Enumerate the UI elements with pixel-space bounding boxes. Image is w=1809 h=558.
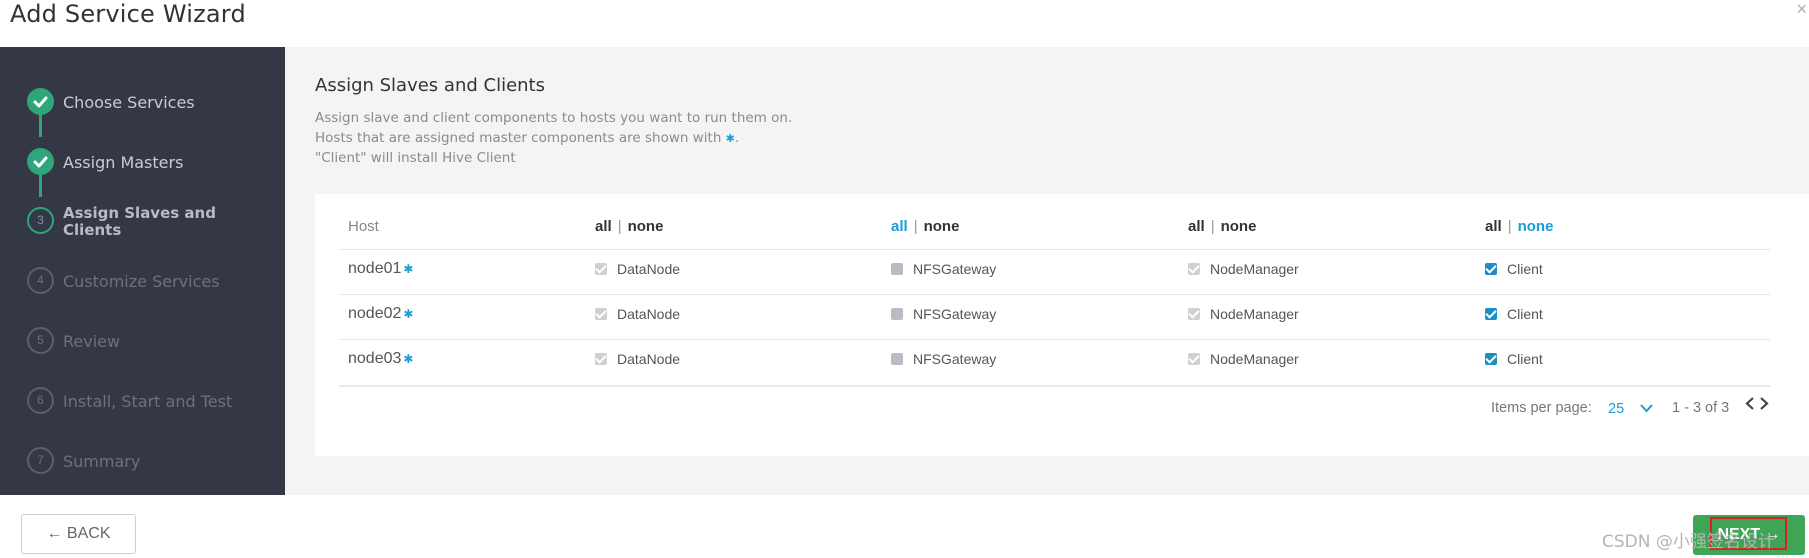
step-label: Choose Services (63, 93, 195, 112)
checkbox[interactable] (891, 353, 903, 365)
column-header-nfsgateway: all | none (891, 218, 960, 235)
select-none-link[interactable]: none (1221, 218, 1257, 235)
items-per-page-label: Items per page: (1491, 400, 1592, 416)
step-label: Customize Services (63, 272, 220, 291)
select-all-link[interactable]: all (595, 218, 612, 235)
nodemanager-checkbox: NodeManager (1188, 306, 1299, 322)
step-label: Review (63, 332, 121, 351)
checkbox[interactable] (891, 308, 903, 320)
client-checkbox[interactable]: Client (1485, 351, 1543, 367)
step-number: 5 (27, 327, 54, 354)
items-per-page-select[interactable]: 25 (1608, 400, 1653, 417)
description-line: "Client" will install Hive Client (315, 150, 516, 166)
checkbox[interactable] (1485, 353, 1497, 365)
host-column-header: Host (348, 218, 379, 235)
watermark: CSDN @小强签名设计 (1602, 532, 1775, 552)
step-assign-slaves-clients: 3 Assign Slaves and Clients (27, 204, 277, 239)
description-text: . (734, 130, 740, 146)
pagination-range: 1 - 3 of 3 (1672, 400, 1730, 416)
row-divider (339, 249, 1770, 250)
master-star-icon: ✱ (725, 132, 735, 145)
chevron-left-icon[interactable] (1745, 397, 1759, 414)
checkbox (595, 353, 607, 365)
row-divider (339, 294, 1770, 295)
description-line: Assign slave and client components to ho… (315, 110, 793, 126)
nfsgateway-checkbox[interactable]: NFSGateway (891, 306, 996, 322)
items-per-page-value[interactable]: 25 (1608, 401, 1624, 417)
check-icon (27, 88, 54, 115)
chevron-down-icon[interactable] (1640, 400, 1653, 416)
checkbox (1188, 263, 1200, 275)
checkbox[interactable] (891, 263, 903, 275)
client-checkbox[interactable]: Client (1485, 261, 1543, 277)
master-star-icon: ✱ (403, 352, 414, 366)
row-divider (339, 339, 1770, 340)
checkbox (1188, 353, 1200, 365)
step-label: Summary (63, 452, 141, 471)
host-name: node02 ✱ (348, 305, 414, 322)
datanode-checkbox: DataNode (595, 306, 680, 322)
datanode-checkbox: DataNode (595, 351, 680, 367)
select-all-link[interactable]: all (1188, 218, 1205, 235)
column-header-datanode: all | none (595, 218, 664, 235)
nfsgateway-checkbox[interactable]: NFSGateway (891, 261, 996, 277)
select-all-link[interactable]: all (1485, 218, 1502, 235)
select-none-link[interactable]: none (1518, 218, 1554, 235)
chevron-right-icon[interactable] (1759, 397, 1770, 414)
step-number: 3 (27, 207, 54, 234)
datanode-checkbox: DataNode (595, 261, 680, 277)
checkbox[interactable] (1485, 308, 1497, 320)
nodemanager-checkbox: NodeManager (1188, 351, 1299, 367)
step-number: 4 (27, 267, 54, 294)
master-star-icon: ✱ (403, 307, 414, 321)
page-title: Assign Slaves and Clients (315, 75, 545, 96)
assignment-table: Host all | none all | none all | none all | none… (315, 194, 1809, 456)
checkbox (595, 308, 607, 320)
step-summary: 7 Summary (27, 447, 277, 477)
checkbox (1188, 308, 1200, 320)
select-none-link[interactable]: none (924, 218, 960, 235)
checkbox (595, 263, 607, 275)
step-number: 6 (27, 387, 54, 414)
wizard-steps-sidebar: Choose Services Assign Masters 3 Assign … (0, 47, 285, 495)
checkbox[interactable] (1485, 263, 1497, 275)
step-choose-services[interactable]: Choose Services (27, 88, 277, 118)
close-icon[interactable]: × (1796, 0, 1807, 18)
step-label: Assign Slaves and Clients (63, 204, 216, 239)
step-label: Install, Start and Test (63, 392, 233, 411)
column-header-client: all | none (1485, 218, 1554, 235)
select-none-link[interactable]: none (628, 218, 664, 235)
description-text: Hosts that are assigned master component… (315, 130, 722, 146)
nfsgateway-checkbox[interactable]: NFSGateway (891, 351, 996, 367)
wizard-header: Add Service Wizard × (0, 0, 1809, 47)
row-divider (339, 385, 1770, 387)
main-content: Assign Slaves and Clients Assign slave a… (285, 47, 1809, 495)
select-all-link[interactable]: all (891, 218, 908, 235)
step-assign-masters[interactable]: Assign Masters (27, 148, 277, 178)
host-name: node03 ✱ (348, 350, 414, 367)
master-star-icon: ✱ (403, 262, 414, 276)
nodemanager-checkbox: NodeManager (1188, 261, 1299, 277)
check-icon (27, 148, 54, 175)
column-header-nodemanager: all | none (1188, 218, 1257, 235)
step-number: 7 (27, 447, 54, 474)
step-review: 5 Review (27, 327, 277, 357)
client-checkbox[interactable]: Client (1485, 306, 1543, 322)
wizard-title: Add Service Wizard (10, 0, 246, 28)
back-button[interactable]: ← BACK (21, 514, 136, 554)
wizard-footer: ← BACK NEXT → CSDN @小强签名设计 (0, 495, 1809, 558)
step-customize-services: 4 Customize Services (27, 267, 277, 297)
description-line: Hosts that are assigned master component… (315, 130, 739, 146)
pagination-arrows (1745, 397, 1770, 415)
step-label: Assign Masters (63, 153, 184, 172)
host-name: node01 ✱ (348, 260, 414, 277)
step-install-start-test: 6 Install, Start and Test (27, 387, 277, 417)
